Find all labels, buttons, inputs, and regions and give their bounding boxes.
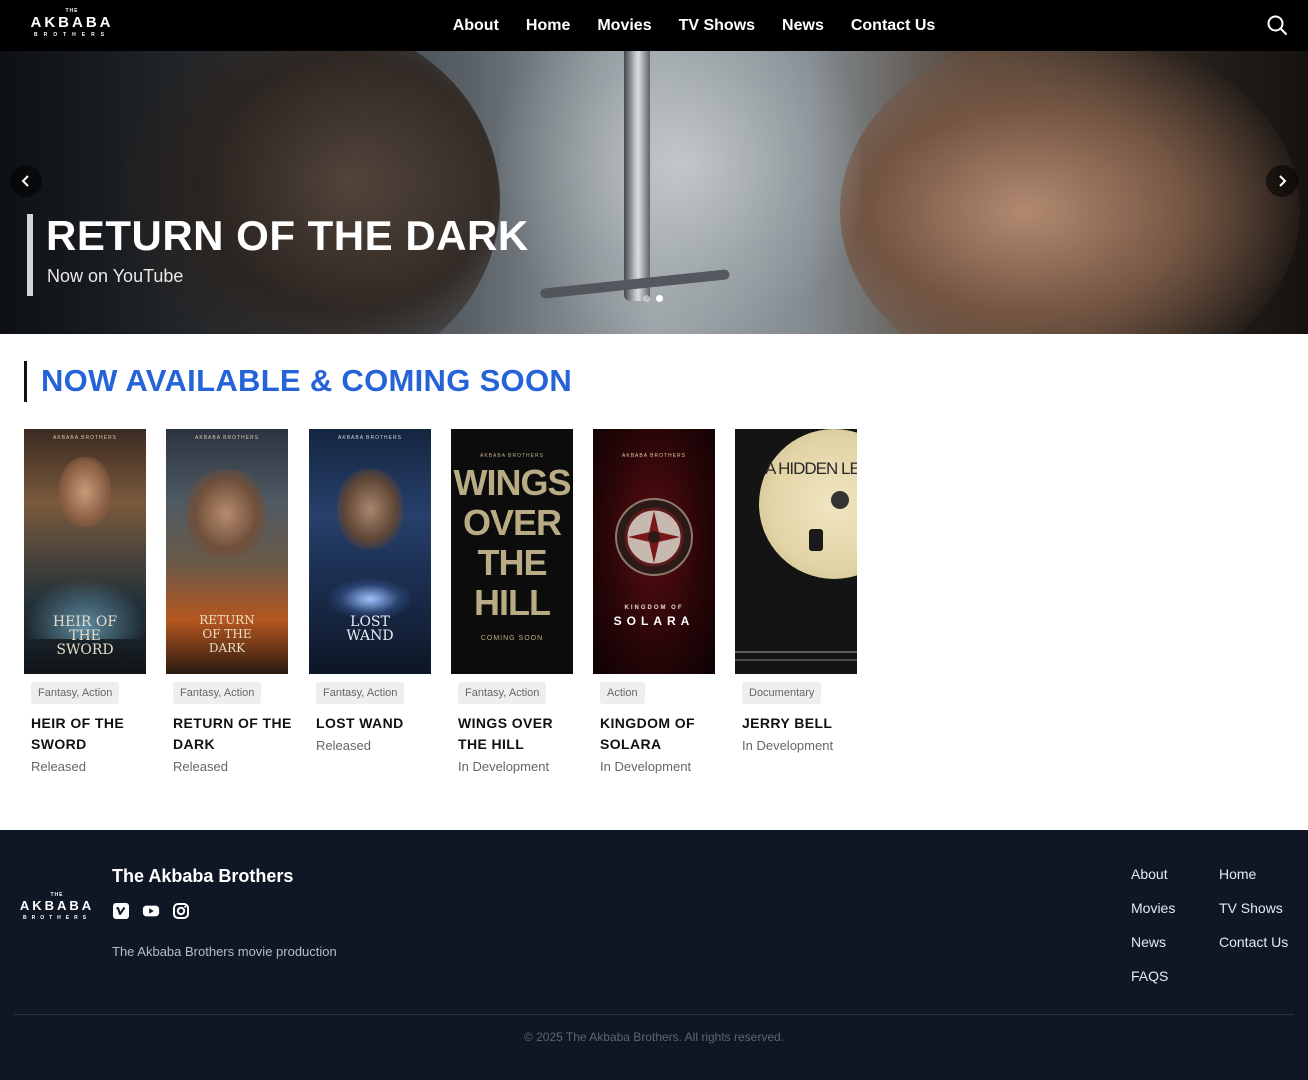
movie-poster[interactable]: A HIDDEN LE (735, 429, 857, 674)
hero-overlay (0, 51, 1308, 334)
hero-slider: RETURN OF THE DARK Now on YouTube (0, 51, 1308, 334)
poster-title: LOST WAND (346, 614, 394, 644)
footer-link-about[interactable]: About (1131, 866, 1168, 882)
movie-poster[interactable]: AKBABA BROTHERS RETURN OF THE DARK (166, 429, 288, 674)
nav-news[interactable]: News (782, 17, 824, 35)
movie-poster[interactable]: AKBABA BROTHERS LOST WAND (309, 429, 431, 674)
movie-card[interactable]: AKBABA BROTHERS HEIR OF THE SWORD Fantas… (24, 429, 146, 774)
poster-title-2: SOLARA (613, 614, 695, 628)
section-title: NOW AVAILABLE & COMING SOON (41, 363, 573, 398)
movie-genre-tag: Fantasy, Action (173, 682, 262, 704)
vimeo-icon[interactable] (112, 902, 130, 920)
movie-genre-tag: Fantasy, Action (31, 682, 120, 704)
footer-link-movies[interactable]: Movies (1131, 900, 1175, 916)
slider-dot-2[interactable] (656, 295, 663, 302)
movie-status: In Development (458, 759, 550, 774)
poster-disc-center (831, 491, 849, 509)
movie-poster[interactable]: AKBABA BROTHERS WINGS OVER THE HILL COMI… (451, 429, 573, 674)
movie-title[interactable]: WINGS OVER THE HILL (458, 713, 578, 755)
nav-tv-shows[interactable]: TV Shows (679, 17, 755, 35)
poster-studio: AKBABA BROTHERS (622, 453, 686, 459)
site-logo[interactable]: THE AKBABA BROTHERS (22, 8, 122, 44)
poster-figure (186, 469, 266, 559)
footer-logo-sub: BROTHERS (22, 915, 92, 921)
poster-credits-line (735, 651, 857, 653)
poster-studio: AKBABA BROTHERS (53, 435, 117, 441)
nav-contact-us[interactable]: Contact Us (851, 17, 935, 35)
hero-title: RETURN OF THE DARK (46, 212, 529, 259)
movie-genre-tag: Fantasy, Action (458, 682, 547, 704)
nav-about[interactable]: About (453, 17, 499, 35)
hero-prev-button[interactable] (10, 165, 42, 197)
movie-status: Released (31, 759, 86, 774)
main-nav: About Home Movies TV Shows News Contact … (0, 0, 1308, 51)
footer-link-contact-us[interactable]: Contact Us (1219, 934, 1288, 950)
logo-main: AKBABA (30, 14, 114, 31)
movie-status: Released (316, 738, 371, 753)
top-navbar: THE AKBABA BROTHERS About Home Movies TV… (0, 0, 1308, 51)
poster-title: RETURN OF THE DARK (199, 613, 255, 655)
poster-title: WINGS OVER THE HILL (453, 462, 572, 623)
movie-card[interactable]: AKBABA BROTHERS WINGS OVER THE HILL COMI… (451, 429, 573, 774)
movie-card[interactable]: AKBABA BROTHERS RETURN OF THE DARK Fanta… (166, 429, 291, 774)
movie-title[interactable]: HEIR OF THE SWORD (31, 713, 151, 755)
footer-link-home[interactable]: Home (1219, 866, 1256, 882)
movie-genre-tag: Action (600, 682, 645, 704)
footer-description: The Akbaba Brothers movie production (112, 944, 337, 959)
movie-status: Released (173, 759, 228, 774)
social-links (112, 902, 190, 920)
footer-logo-main: AKBABA (19, 898, 95, 913)
footer-link-tv-shows[interactable]: TV Shows (1219, 900, 1283, 916)
poster-note: COMING SOON (480, 635, 544, 642)
youtube-icon[interactable] (142, 902, 160, 920)
hero-subtitle: Now on YouTube (47, 266, 184, 286)
poster-emblem (615, 498, 693, 576)
movie-genre-tag: Documentary (742, 682, 822, 704)
poster-title: A HIDDEN LE (765, 459, 857, 478)
poster-studio: AKBABA BROTHERS (195, 435, 259, 441)
movie-card[interactable]: AKBABA BROTHERS KINGDOM OF SOLARA Action… (593, 429, 715, 774)
poster-figure (337, 469, 403, 549)
slider-dots (643, 295, 663, 302)
movie-title[interactable]: RETURN OF THE DARK (173, 713, 293, 755)
movie-poster[interactable]: AKBABA BROTHERS KINGDOM OF SOLARA (593, 429, 715, 674)
movie-card[interactable]: AKBABA BROTHERS LOST WAND Fantasy, Actio… (309, 429, 431, 753)
hero-title-accent-bar (27, 214, 33, 296)
footer-link-faqs[interactable]: FAQS (1131, 968, 1168, 984)
poster-studio: AKBABA BROTHERS (480, 453, 544, 459)
footer-brand-name: The Akbaba Brothers (112, 866, 294, 886)
poster-title: KINGDOM OF (624, 605, 684, 611)
movie-status: In Development (600, 759, 692, 774)
poster-figure (809, 529, 823, 551)
poster-studio: AKBABA BROTHERS (338, 435, 402, 441)
movie-status: In Development (742, 738, 834, 753)
logo-sub: BROTHERS (33, 32, 111, 38)
nav-movies[interactable]: Movies (597, 17, 651, 35)
movie-title[interactable]: LOST WAND (316, 713, 436, 734)
footer-divider (14, 1014, 1294, 1015)
poster-figure (59, 457, 111, 527)
nav-home[interactable]: Home (526, 17, 570, 35)
poster-title: HEIR OF THE SWORD (52, 614, 118, 658)
hero-next-button[interactable] (1266, 165, 1298, 197)
copyright-text: © 2025 The Akbaba Brothers. All rights r… (523, 1030, 785, 1044)
movie-title[interactable]: KINGDOM OF SOLARA (600, 713, 720, 755)
slider-dot-1[interactable] (643, 295, 650, 302)
movie-card[interactable]: A HIDDEN LE Documentary JERRY BELL In De… (735, 429, 857, 753)
footer-link-news[interactable]: News (1131, 934, 1166, 950)
poster-glow (329, 579, 411, 619)
footer-logo[interactable]: THE AKBABA BROTHERS (14, 892, 100, 922)
section-accent-bar (24, 361, 27, 402)
movie-title[interactable]: JERRY BELL (742, 713, 862, 734)
site-footer: THE AKBABA BROTHERS The Akbaba Brothers … (0, 830, 1308, 1080)
movie-poster[interactable]: AKBABA BROTHERS HEIR OF THE SWORD (24, 429, 146, 674)
search-icon[interactable] (1266, 14, 1288, 36)
chevron-right-icon (1279, 175, 1287, 187)
poster-credits-line (735, 659, 857, 661)
movie-genre-tag: Fantasy, Action (316, 682, 405, 704)
instagram-icon[interactable] (172, 902, 190, 920)
chevron-left-icon (21, 175, 29, 187)
